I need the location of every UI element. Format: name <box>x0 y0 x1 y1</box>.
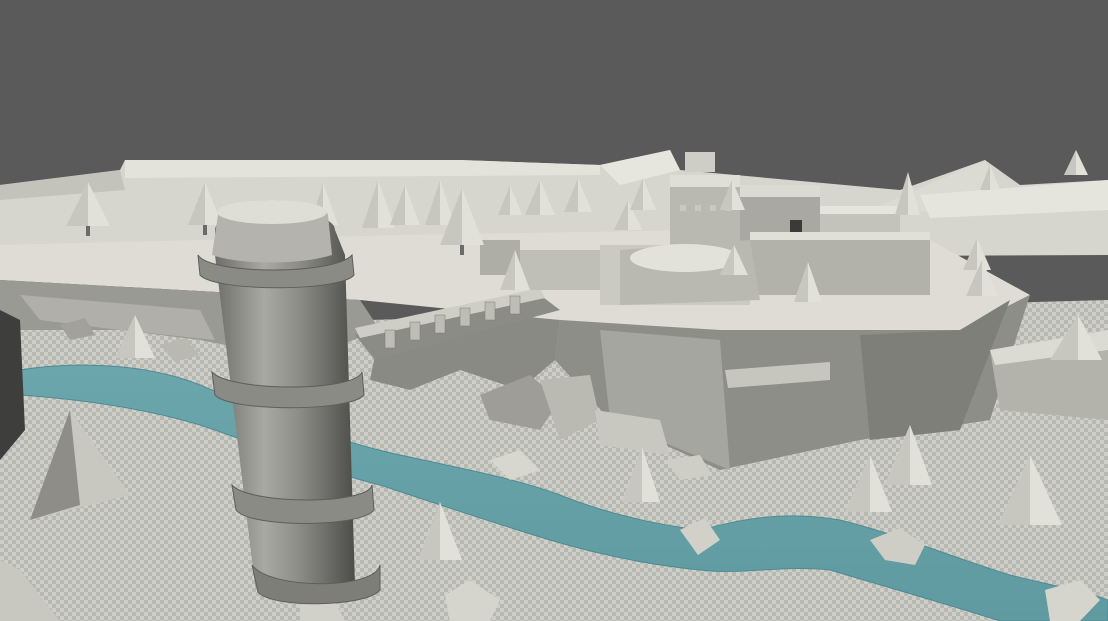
game-viewport[interactable] <box>0 0 1108 621</box>
scene-render <box>0 0 1108 621</box>
